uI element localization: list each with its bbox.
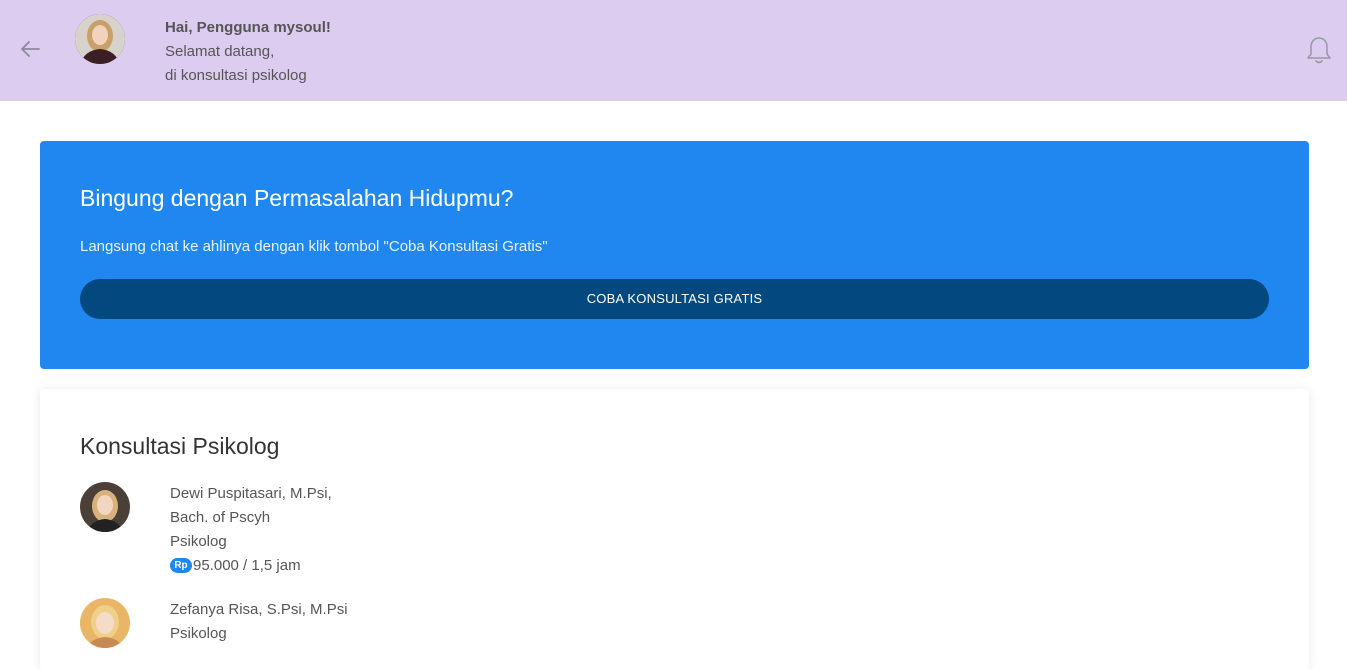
doctor-list-item[interactable]: Zefanya Risa, S.Psi, M.Psi Psikolog	[80, 598, 680, 658]
doctor-role: Psikolog	[170, 533, 227, 550]
doctor-name: Zefanya Risa, S.Psi, M.Psi	[170, 601, 348, 618]
doctor-role: Psikolog	[170, 625, 227, 642]
promo-banner: Bingung dengan Permasalahan Hidupmu? Lan…	[40, 141, 1309, 369]
banner-title: Bingung dengan Permasalahan Hidupmu?	[80, 185, 514, 211]
greeting-welcome: Selamat datang,	[165, 43, 275, 60]
doctor-avatar	[80, 598, 130, 648]
section-title: Konsultasi Psikolog	[80, 433, 280, 459]
currency-badge: Rp	[170, 557, 192, 573]
greeting-block: Hai, Pengguna mysoul! Selamat datang, di…	[165, 16, 331, 88]
bell-icon[interactable]	[1305, 35, 1333, 65]
doctor-info: Zefanya Risa, S.Psi, M.Psi Psikolog	[170, 598, 348, 646]
doctor-avatar	[80, 482, 130, 532]
banner-subtitle: Langsung chat ke ahlinya dengan klik tom…	[80, 238, 548, 255]
doctor-credential: Bach. of Pscyh	[170, 509, 271, 526]
doctor-price: 95.000 / 1,5 jam	[193, 557, 301, 574]
doctor-list-item[interactable]: Dewi Puspitasari, M.Psi, Bach. of Pscyh …	[80, 482, 680, 582]
user-avatar[interactable]	[75, 14, 125, 64]
arrow-left-icon[interactable]	[18, 36, 44, 62]
top-header: Hai, Pengguna mysoul! Selamat datang, di…	[0, 0, 1347, 101]
doctor-name: Dewi Puspitasari, M.Psi,	[170, 485, 332, 502]
doctor-price-row: Rp 95.000 / 1,5 jam	[170, 554, 332, 578]
greeting-context: di konsultasi psikolog	[165, 67, 307, 84]
free-consultation-button[interactable]: COBA KONSULTASI GRATIS	[80, 279, 1269, 319]
greeting-name: Hai, Pengguna mysoul!	[165, 19, 331, 36]
psychologist-list-card: Konsultasi Psikolog Dewi Puspitasari, M.…	[40, 389, 1309, 669]
doctor-info: Dewi Puspitasari, M.Psi, Bach. of Pscyh …	[170, 482, 332, 578]
